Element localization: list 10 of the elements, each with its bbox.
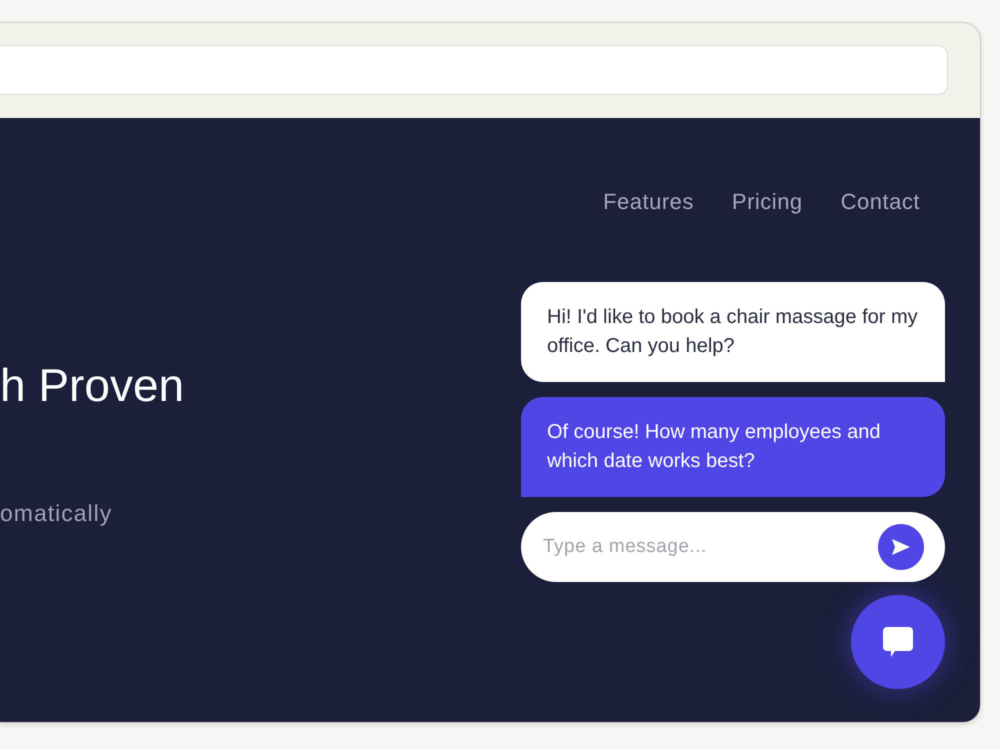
nav-link[interactable]: Pricing <box>732 187 803 217</box>
send-icon <box>892 539 910 555</box>
reply-message-bubble: Of course! How many employees and which date works best? <box>521 397 945 497</box>
hero-subtitle: omatically <box>0 499 112 528</box>
speech-bubble-icon <box>883 627 913 657</box>
hero-heading: h Proven <box>0 358 184 413</box>
user-message-bubble: Hi! I'd like to book a chair massage for my office. Can you help? <box>521 282 945 382</box>
nav-link[interactable]: Features <box>603 187 694 217</box>
message-input[interactable]: Type a message... <box>521 512 945 582</box>
nav-link[interactable]: Contact <box>840 187 920 217</box>
